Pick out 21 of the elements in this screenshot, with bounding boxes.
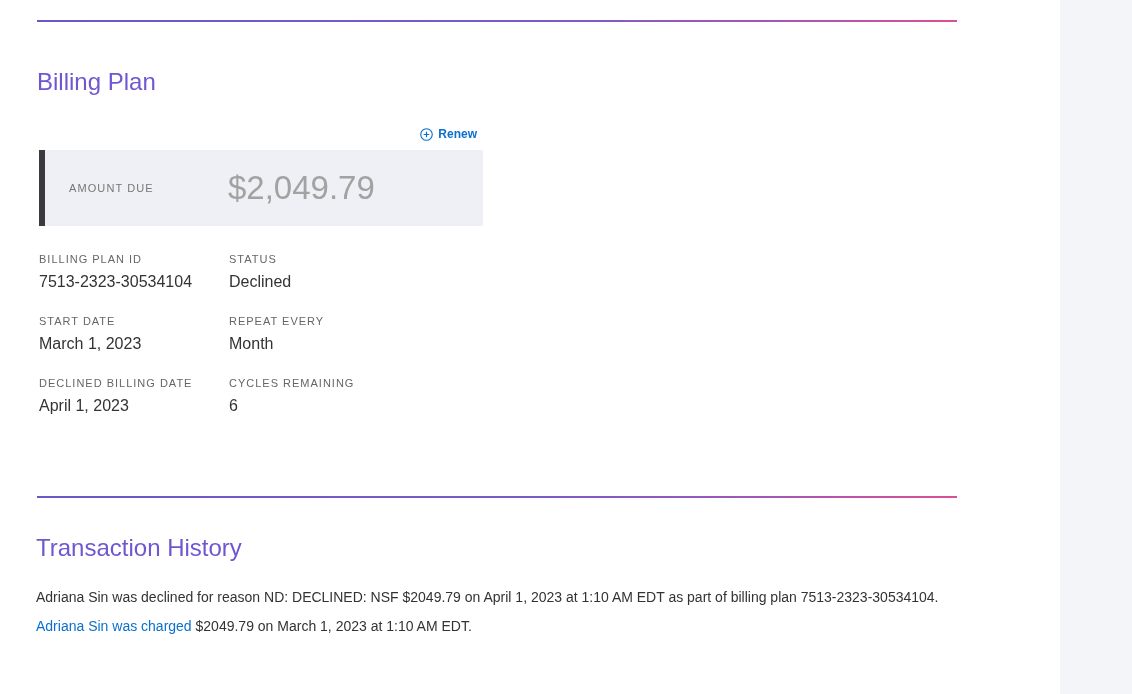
transaction-entry: Adriana Sin was charged $2049.79 on March 1, 2023 at 1:10 AM EDT. [36, 617, 472, 636]
field-value: 6 [229, 396, 238, 416]
field-label: BILLING PLAN ID [39, 252, 143, 267]
field-label: REPEAT EVERY [229, 314, 325, 329]
amount-due-label: AMOUNT DUE [69, 182, 154, 194]
amount-due-value: $2,049.79 [228, 168, 375, 208]
plus-circle-icon [420, 127, 434, 141]
transaction-entry: Adriana Sin was declined for reason ND: DECLINED: NSF $2049.79 on April 1, 2023 at 1:10 AM EDT as part of billing plan 7513-2323-30534104. [36, 588, 939, 607]
field-value: Month [229, 334, 274, 354]
field-label: CYCLES REMAINING [229, 376, 355, 391]
field-label: STATUS [229, 252, 277, 267]
field-value: April 1, 2023 [39, 396, 129, 416]
field-label: DECLINED BILLING DATE [39, 376, 193, 391]
section-title: Billing Plan [37, 67, 156, 97]
field-label: START DATE [39, 314, 116, 329]
renew-button[interactable]: Renew [420, 126, 477, 142]
field-value: March 1, 2023 [39, 334, 142, 354]
transaction-link[interactable]: Adriana Sin was charged [36, 618, 192, 634]
field-value: Declined [229, 272, 292, 292]
field-value: 7513-2323-30534104 [39, 272, 193, 292]
section-title: Transaction History [36, 533, 242, 563]
